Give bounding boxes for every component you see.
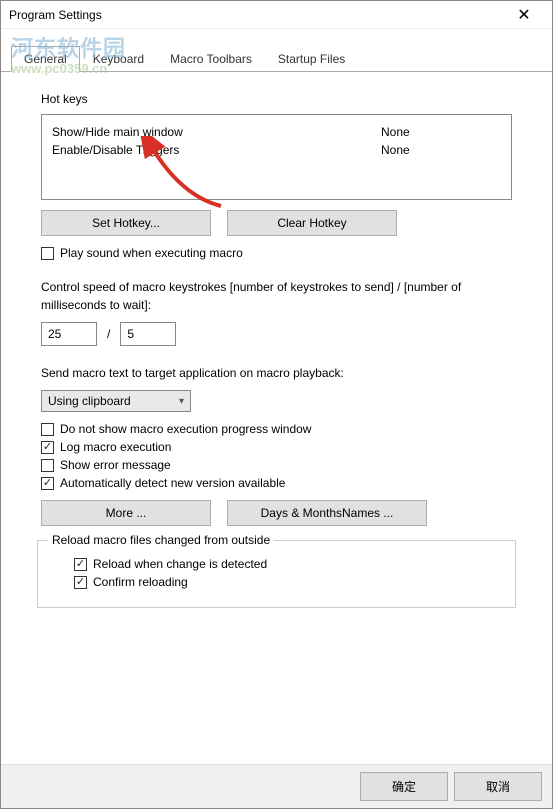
hotkeys-listbox[interactable]: Show/Hide main window None Enable/Disabl… — [41, 114, 512, 200]
cancel-button[interactable]: 取消 — [454, 772, 542, 801]
option-checkbox[interactable] — [41, 477, 54, 490]
hotkey-row[interactable]: Show/Hide main window None — [52, 123, 501, 141]
option-row[interactable]: Automatically detect new version availab… — [41, 476, 512, 490]
send-text-value: Using clipboard — [48, 394, 131, 408]
tabstrip: General Keyboard Macro Toolbars Startup … — [1, 45, 552, 72]
option-row[interactable]: Log macro execution — [41, 440, 512, 454]
option-label: Show error message — [60, 458, 171, 472]
reload-legend: Reload macro files changed from outside — [48, 533, 274, 547]
hotkey-name: Enable/Disable Triggers — [52, 143, 381, 157]
option-label: Log macro execution — [60, 440, 171, 454]
keystrokes-input[interactable] — [41, 322, 97, 346]
option-row[interactable]: Do not show macro execution progress win… — [41, 422, 512, 436]
reload-option-row[interactable]: Confirm reloading — [74, 575, 495, 589]
option-checkbox[interactable] — [41, 459, 54, 472]
close-button[interactable]: ✕ — [504, 1, 544, 29]
hotkeys-heading: Hot keys — [41, 92, 532, 106]
option-label: Automatically detect new version availab… — [60, 476, 285, 490]
play-sound-checkbox[interactable] — [41, 247, 54, 260]
option-checkbox[interactable] — [41, 423, 54, 436]
play-sound-row[interactable]: Play sound when executing macro — [41, 246, 512, 260]
reload-checkbox[interactable] — [74, 558, 87, 571]
option-row[interactable]: Show error message — [41, 458, 512, 472]
clear-hotkey-button[interactable]: Clear Hotkey — [227, 210, 397, 236]
hotkey-button-row: Set Hotkey... Clear Hotkey — [41, 210, 512, 236]
dialog-footer: 确定 取消 — [1, 764, 552, 808]
play-sound-label: Play sound when executing macro — [60, 246, 243, 260]
tab-startup-files[interactable]: Startup Files — [265, 46, 358, 72]
more-button[interactable]: More ... — [41, 500, 211, 526]
titlebar: Program Settings ✕ — [1, 1, 552, 29]
option-checkbox[interactable] — [41, 441, 54, 454]
option-label: Do not show macro execution progress win… — [60, 422, 311, 436]
reload-label: Confirm reloading — [93, 575, 188, 589]
ok-button[interactable]: 确定 — [360, 772, 448, 801]
send-text-select[interactable]: Using clipboard ▾ — [41, 390, 191, 412]
send-text-description: Send macro text to target application on… — [41, 364, 512, 382]
set-hotkey-button[interactable]: Set Hotkey... — [41, 210, 211, 236]
hotkey-value: None — [381, 125, 501, 139]
hotkey-row[interactable]: Enable/Disable Triggers None — [52, 141, 501, 159]
millis-input[interactable] — [120, 322, 176, 346]
close-icon: ✕ — [517, 5, 530, 25]
tab-content: Hot keys Show/Hide main window None Enab… — [1, 72, 552, 628]
chevron-down-icon: ▾ — [179, 396, 184, 407]
speed-inputs: / — [41, 322, 512, 346]
days-months-button[interactable]: Days & MonthsNames ... — [227, 500, 427, 526]
speed-description: Control speed of macro keystrokes [numbe… — [41, 278, 512, 314]
extra-button-row: More ... Days & MonthsNames ... — [41, 500, 512, 526]
reload-fieldset: Reload macro files changed from outside … — [37, 540, 516, 608]
window-title: Program Settings — [9, 8, 504, 22]
tab-general[interactable]: General — [11, 46, 80, 72]
reload-checkbox[interactable] — [74, 576, 87, 589]
hotkey-value: None — [381, 143, 501, 157]
tab-macro-toolbars[interactable]: Macro Toolbars — [157, 46, 265, 72]
tab-keyboard[interactable]: Keyboard — [80, 46, 157, 72]
hotkey-name: Show/Hide main window — [52, 125, 381, 139]
reload-label: Reload when change is detected — [93, 557, 267, 571]
reload-option-row[interactable]: Reload when change is detected — [74, 557, 495, 571]
speed-separator: / — [107, 327, 110, 341]
